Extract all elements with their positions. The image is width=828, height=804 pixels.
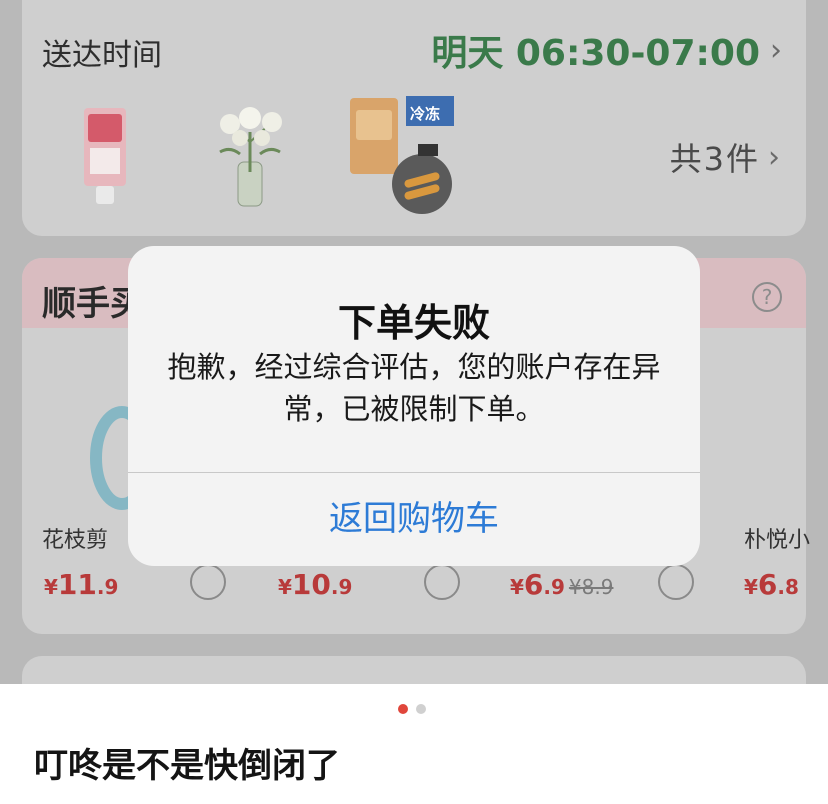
chevron-right-icon: › [768, 139, 782, 175]
product-name: 花枝剪 [42, 528, 109, 553]
price-integer: 6 [757, 568, 778, 601]
page-dot-active[interactable] [398, 704, 408, 714]
price-integer: 6 [523, 568, 544, 601]
price-symbol: ¥ [44, 575, 58, 599]
delivery-time-value: 明天 06:30-07:00 [431, 33, 760, 74]
chevron-right-icon: › [770, 32, 782, 68]
delivery-time-selector[interactable]: 明天 06:30-07:00 › [431, 24, 782, 76]
price-symbol: ¥ [510, 575, 524, 599]
price-decimal: .9 [543, 575, 565, 599]
toothpaste-thumbnail [84, 108, 126, 204]
delivery-time-label: 送达时间 [42, 38, 162, 73]
alert-title: 下单失败 [337, 301, 490, 345]
price-decimal: .9 [96, 575, 119, 599]
original-price: ¥8.9 [568, 575, 614, 599]
price-symbol: ¥ [278, 575, 292, 599]
order-failed-alert: 下单失败 抱歉，经过综合评估，您的账户存在异常，已被限制下单。 返回购物车 [128, 246, 700, 566]
product-price: ¥ 11 .9 [44, 568, 118, 601]
price-decimal: .8 [777, 575, 799, 599]
price-decimal: .9 [330, 575, 353, 599]
product-select-radio[interactable] [424, 564, 460, 600]
price-symbol: ¥ [744, 575, 758, 599]
next-section-card [22, 656, 806, 684]
product-select-radio[interactable] [658, 564, 694, 600]
product-price: ¥ 6 .8 [744, 568, 799, 601]
product-select-radio[interactable] [190, 564, 226, 600]
frozen-badge: 冷冻 [410, 105, 441, 123]
frozen-snack-icon [350, 96, 454, 214]
price-integer: 11 [57, 568, 97, 601]
product-price: ¥ 10 .9 [278, 568, 352, 601]
return-to-cart-button[interactable]: 返回购物车 [128, 473, 700, 566]
product-name: 朴悦小 [744, 528, 811, 553]
product-price: ¥ 6 .9 ¥8.9 [510, 568, 613, 601]
app-screen: 送达时间 明天 06:30-07:00 › 冷冻 共3件 › 顺手买 ? 花枝剪… [0, 0, 828, 684]
post-caption: 叮咚是不是快倒闭了 [34, 746, 340, 786]
price-integer: 10 [291, 568, 331, 601]
alert-message: 抱歉，经过综合评估，您的账户存在异常，已被限制下单。 [167, 350, 661, 426]
item-count-link[interactable]: 共3件 › [670, 134, 782, 180]
item-count-text: 共3件 [669, 140, 760, 178]
delivery-card: 送达时间 明天 06:30-07:00 › 冷冻 共3件 › [22, 0, 806, 236]
question-circle-icon[interactable]: ? [752, 282, 782, 312]
page-indicator [398, 704, 426, 714]
page-dot[interactable] [416, 704, 426, 714]
frozen-snack-thumbnail: 冷冻 [348, 96, 458, 216]
flower-thumbnail [219, 107, 282, 207]
